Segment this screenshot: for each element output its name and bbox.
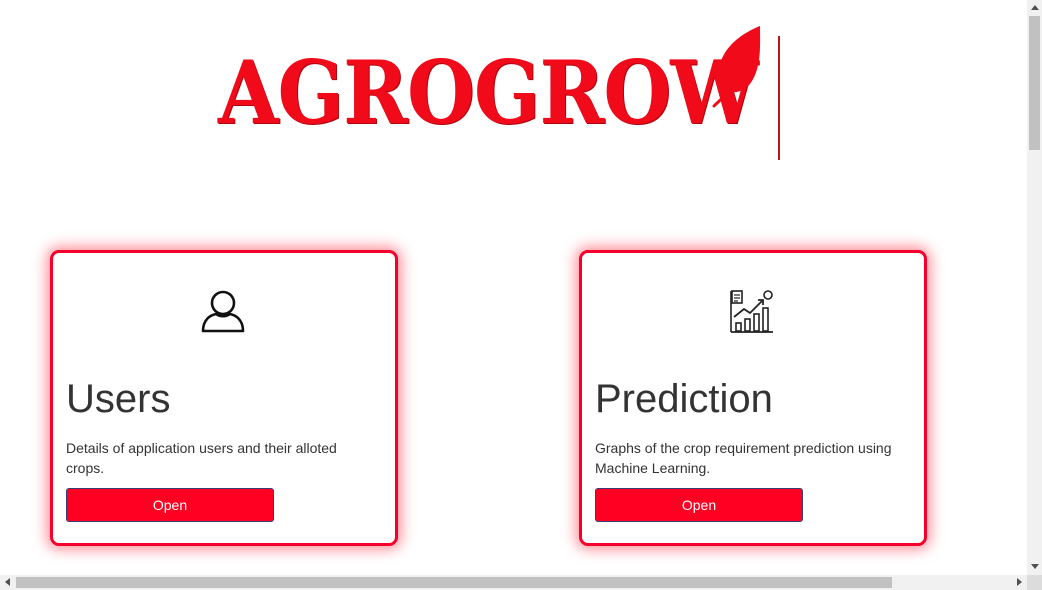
logo-wordmark: AGROGROW — [218, 42, 758, 145]
page-viewport: AGROGROW Users Details of application us… — [0, 0, 1027, 575]
users-card: Users Details of application users and t… — [50, 250, 398, 546]
horizontal-scrollbar-thumb[interactable] — [16, 577, 892, 588]
vertical-scrollbar-thumb[interactable] — [1029, 16, 1040, 150]
scroll-down-arrow-icon[interactable] — [1031, 564, 1039, 569]
card-title: Prediction — [595, 377, 773, 421]
open-prediction-button[interactable]: Open — [595, 488, 803, 522]
growth-chart-icon — [730, 290, 773, 333]
open-users-button[interactable]: Open — [66, 488, 274, 522]
card-description: Graphs of the crop requirement predictio… — [595, 440, 892, 476]
horizontal-scrollbar[interactable] — [0, 575, 1027, 590]
scroll-right-arrow-icon[interactable] — [1017, 578, 1022, 586]
prediction-card: Prediction Graphs of the crop requiremen… — [579, 250, 927, 546]
card-description: Details of application users and their a… — [66, 440, 337, 476]
scrollbar-corner — [1027, 575, 1042, 590]
vertical-scrollbar[interactable] — [1027, 0, 1042, 575]
leaf-icon — [712, 26, 761, 108]
user-icon — [201, 290, 245, 333]
agrogrow-logo: AGROGROW — [216, 22, 796, 162]
card-title: Users — [66, 377, 171, 421]
scroll-left-arrow-icon[interactable] — [5, 578, 10, 586]
scroll-up-arrow-icon[interactable] — [1031, 5, 1039, 10]
logo-divider — [778, 36, 780, 160]
